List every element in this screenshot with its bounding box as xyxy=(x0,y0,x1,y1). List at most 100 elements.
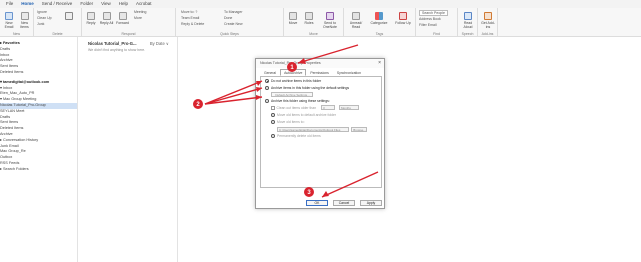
follow-up-button[interactable]: Follow Up xyxy=(392,12,414,25)
option-custom-settings[interactable]: Archive this folder using these settings… xyxy=(265,99,330,103)
empty-message: We didn't find anything to show here. xyxy=(88,48,146,52)
move-group-label: Move xyxy=(309,32,318,36)
option-do-not-archive[interactable]: Do not archive items in this folder xyxy=(265,79,321,83)
addins-group-label: Add-ins xyxy=(481,32,494,36)
arrow-2a xyxy=(204,80,263,105)
find-group: Search People Address Book Filter Email … xyxy=(416,8,458,37)
new-group-label: New xyxy=(12,32,20,36)
quickstep-done[interactable]: Done xyxy=(224,16,232,20)
move-group: Move Rules Send to OneNote Move xyxy=(284,8,344,37)
categorize-button[interactable]: Categorize xyxy=(367,12,391,25)
ignore-button[interactable]: Ignore xyxy=(37,10,47,14)
radio-icon[interactable] xyxy=(271,134,275,138)
tags-group-label: Tags xyxy=(375,32,384,36)
dialog-tabs: General AutoArchive Permissions Synchron… xyxy=(260,69,365,76)
radio-icon[interactable] xyxy=(265,86,269,90)
new-email-label: New Email xyxy=(4,21,14,29)
reply-all-button[interactable]: Reply All xyxy=(99,12,114,25)
filter-email-button[interactable]: Filter Email xyxy=(419,23,437,27)
address-book-button[interactable]: Address Book xyxy=(419,17,441,21)
speech-group-label: Speech xyxy=(461,32,474,36)
quickstep-team-email[interactable]: Team Email xyxy=(181,16,199,20)
browse-button[interactable]: Browse... xyxy=(351,127,367,132)
meeting-button[interactable]: Meeting xyxy=(134,10,146,14)
rules-label: Rules xyxy=(304,21,314,25)
menu-folder[interactable]: Folder xyxy=(80,0,93,8)
send-to-onenote-button[interactable]: Send to OneNote xyxy=(318,12,342,29)
radio-icon[interactable] xyxy=(271,113,275,117)
clean-up-button[interactable]: Clean Up xyxy=(37,16,52,20)
dialog-title: Nicolas Tutorial_Pro-Group Properties xyxy=(260,61,321,65)
rules-button[interactable]: Rules xyxy=(302,12,316,25)
move-to-row[interactable]: Move old items to: xyxy=(271,120,305,124)
tab-permissions[interactable]: Permissions xyxy=(306,69,332,76)
new-items-icon xyxy=(20,12,29,20)
read-aloud-button[interactable]: Read Aloud xyxy=(460,12,476,29)
tags-group: Unread/ Read Categorize Follow Up Tags xyxy=(344,8,416,37)
quickstep-create-new[interactable]: Create New xyxy=(224,22,242,26)
option-default-settings[interactable]: Archive items in this folder using the d… xyxy=(265,86,349,90)
categorize-label: Categorize xyxy=(370,21,388,25)
find-group-label: Find xyxy=(433,32,440,36)
folder-item[interactable]: ▸ Search Folders xyxy=(0,167,77,173)
follow-up-label: Follow Up xyxy=(395,21,411,25)
categorize-icon xyxy=(375,12,383,20)
move-default-label: Move old items to default archive folder xyxy=(277,113,336,117)
clean-out-value-input[interactable]: 3 xyxy=(321,105,335,110)
move-label: Move xyxy=(288,21,298,25)
clean-out-unit-select[interactable]: Months xyxy=(339,105,359,110)
clean-out-label: Clean out items older than xyxy=(276,106,317,110)
menu-view[interactable]: View xyxy=(101,0,111,8)
reply-button[interactable]: Reply xyxy=(84,12,98,25)
delete-button[interactable] xyxy=(60,12,78,21)
archive-path-input[interactable]: C:\Users\tamedigitai\Documents\Outlook F… xyxy=(277,127,349,132)
menu-send-receive[interactable]: Send / Receive xyxy=(42,0,73,8)
apply-button[interactable]: Apply xyxy=(360,200,382,206)
new-email-button[interactable]: New Email xyxy=(2,12,16,29)
default-archive-settings-button[interactable]: Default Archive Settings... xyxy=(271,92,313,97)
radio-icon[interactable] xyxy=(271,120,275,124)
junk-button[interactable]: Junk xyxy=(37,22,44,26)
close-icon[interactable]: × xyxy=(378,60,381,66)
search-people-input[interactable]: Search People xyxy=(419,10,448,16)
ok-button[interactable]: OK xyxy=(306,200,328,206)
message-list: By Date ∨ Nicolas Tutorial_Pro-G... We d… xyxy=(78,37,178,262)
forward-icon xyxy=(118,12,127,20)
radio-selected-icon[interactable] xyxy=(265,79,269,83)
checkbox-icon[interactable] xyxy=(271,106,275,110)
menu-file[interactable]: File xyxy=(6,0,13,8)
folder-pane: ▸ Favorites Drafts Inbox Archive Sent It… xyxy=(0,37,78,262)
get-addins-button[interactable]: Get Add-ins xyxy=(480,12,496,29)
reply-all-label: Reply All xyxy=(99,21,114,25)
cancel-button[interactable]: Cancel xyxy=(333,200,355,206)
option-do-not-archive-label: Do not archive items in this folder xyxy=(271,79,322,83)
quickstep-to-manager[interactable]: To Manager xyxy=(224,10,242,14)
permanent-delete-row[interactable]: Permanently delete old items xyxy=(271,134,321,138)
arrow-2c xyxy=(204,96,263,105)
move-default-row[interactable]: Move old items to default archive folder xyxy=(271,113,336,117)
tab-general[interactable]: General xyxy=(260,69,280,76)
new-items-button[interactable]: New Items xyxy=(17,12,32,29)
speaker-icon xyxy=(464,12,472,20)
quickstep-move-to[interactable]: Move to: ? xyxy=(181,10,197,14)
more-button[interactable]: More xyxy=(134,16,142,20)
speech-group: Read Aloud Speech xyxy=(458,8,478,37)
unread-read-button[interactable]: Unread/ Read xyxy=(346,12,366,29)
flag-icon xyxy=(399,12,407,20)
quickstep-reply-delete[interactable]: Reply & Delete xyxy=(181,22,204,26)
message-list-header: By Date ∨ Nicolas Tutorial_Pro-G... xyxy=(78,37,177,46)
tab-synchronization[interactable]: Synchronization xyxy=(333,69,365,76)
forward-button[interactable]: Forward xyxy=(115,12,130,25)
menu-help[interactable]: Help xyxy=(119,0,128,8)
radio-icon[interactable] xyxy=(265,99,269,103)
reply-label: Reply xyxy=(86,21,96,25)
sort-dropdown[interactable]: By Date ∨ xyxy=(150,41,169,46)
addins-group: Get Add-ins Add-ins xyxy=(478,8,498,37)
envelope-icon xyxy=(5,12,13,20)
reply-all-icon xyxy=(102,12,111,20)
menu-acrobat[interactable]: Acrobat xyxy=(136,0,152,8)
option-custom-settings-label: Archive this folder using these settings… xyxy=(271,99,330,103)
move-button[interactable]: Move xyxy=(286,12,300,25)
reply-icon xyxy=(87,12,95,20)
tab-autoarchive[interactable]: AutoArchive xyxy=(280,69,307,76)
